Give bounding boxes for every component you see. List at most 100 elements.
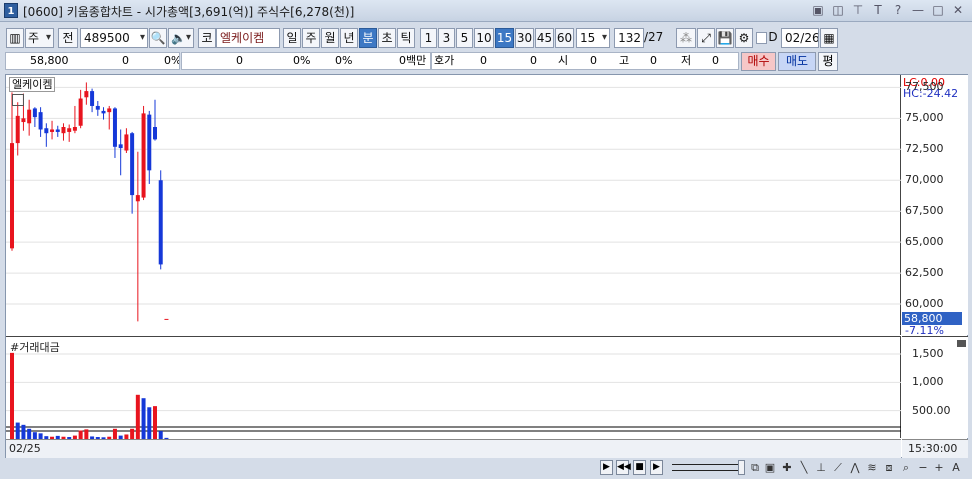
tool-trend-icon[interactable]: ⟋: [832, 460, 844, 475]
period-week[interactable]: 주: [302, 28, 320, 48]
candle-body: [118, 144, 123, 149]
date-input[interactable]: 02/26: [781, 28, 819, 48]
zoom-slider-handle[interactable]: [738, 460, 745, 475]
pin-icon[interactable]: ⊤: [850, 2, 866, 18]
hoga-value: 0: [480, 54, 487, 67]
period-year[interactable]: 년: [340, 28, 358, 48]
font-icon[interactable]: T: [870, 2, 886, 18]
volume-value: 0: [236, 54, 243, 67]
date-flag-label: D: [768, 30, 778, 44]
candle-body: [124, 134, 129, 151]
interval-45[interactable]: 45: [535, 28, 554, 48]
price-tick-label: 60,000: [905, 297, 944, 311]
time-axis: 15:30:00: [902, 439, 968, 458]
price-tick-label: 70,000: [905, 173, 944, 187]
tool-line-icon[interactable]: ╲: [798, 460, 810, 475]
grid-icon[interactable]: [12, 94, 24, 106]
volume-panel[interactable]: #거래대금: [6, 336, 901, 439]
period-second[interactable]: 초: [378, 28, 396, 48]
interval-1[interactable]: 1: [420, 28, 437, 48]
zoom-slider[interactable]: [672, 464, 738, 471]
volume-bar: [78, 430, 83, 439]
settings-gear-icon[interactable]: ⚙: [735, 28, 753, 48]
scope-button[interactable]: 전: [58, 28, 78, 48]
sound-icon[interactable]: 🔈: [168, 28, 194, 48]
window-controls: ▣ ◫ ⊤ T ? — □ ✕: [810, 2, 966, 18]
interval-10[interactable]: 10: [474, 28, 494, 48]
interval-60[interactable]: 60: [555, 28, 574, 48]
volume-title: #거래대금: [10, 341, 60, 354]
interval-5[interactable]: 5: [456, 28, 473, 48]
panel-collapse-icon[interactable]: [957, 340, 966, 347]
period-month[interactable]: 월: [321, 28, 339, 48]
price-panel[interactable]: 엘케이켐: [6, 75, 901, 335]
tool-zigzag-icon[interactable]: ⋀: [849, 460, 861, 475]
title-bar: 1 [0600] 키움종합차트 - 시가총액[3,691(억)] 주식수[6,2…: [0, 0, 972, 22]
price-tick-label: 72,500: [905, 142, 944, 156]
layout-icon[interactable]: ▣: [810, 2, 826, 18]
tool-screen-icon[interactable]: ▣: [764, 460, 776, 475]
x-axis: 02/25: [6, 439, 901, 458]
price-tick-label: 77,500: [905, 80, 944, 94]
app-icon: 1: [4, 3, 18, 18]
volume-bar: [112, 428, 117, 439]
price-cell: 58,800 0 0%: [5, 52, 180, 70]
stop-icon[interactable]: ■: [633, 460, 646, 475]
data-count-input[interactable]: 132: [614, 28, 644, 48]
maximize-icon[interactable]: □: [930, 2, 946, 18]
play-icon[interactable]: ▶: [650, 460, 663, 475]
interval-select[interactable]: 15: [576, 28, 610, 48]
rewind-icon[interactable]: ◀◀: [616, 460, 631, 475]
calendar-icon[interactable]: ▦: [820, 28, 838, 48]
chart-type-icon[interactable]: ▥: [6, 28, 24, 48]
stock-tag[interactable]: 엘케이켐: [9, 77, 56, 92]
draw-icon[interactable]: ⤢: [697, 28, 715, 48]
price-change: 0: [122, 54, 129, 67]
interval-15[interactable]: 15: [495, 28, 514, 48]
save-icon[interactable]: 💾: [716, 28, 734, 48]
chart-area[interactable]: 엘케이켐 LC:0.00 HC:-24.42 77,500 75,000 72,50…: [5, 74, 968, 458]
candle-body: [78, 98, 83, 126]
navigation-bar: ▶ ◀◀ ■ ▶ ⧉ ▣ ✚ ╲ ⊥ ⟋ ⋀ ≋ ⧈ ⌕ − + A: [0, 458, 972, 479]
zoom-out-icon[interactable]: −: [917, 460, 929, 475]
volume-cell: 0 0% 0% 0백만: [181, 52, 431, 70]
candle-body: [164, 318, 169, 320]
period-tick[interactable]: 틱: [397, 28, 415, 48]
zoom-in-icon[interactable]: +: [933, 460, 945, 475]
date-checkbox[interactable]: [756, 32, 767, 44]
tool-cross-icon[interactable]: ✚: [781, 460, 793, 475]
interval-30[interactable]: 30: [515, 28, 534, 48]
amount-unit: 0백만: [399, 54, 427, 67]
period-day[interactable]: 일: [283, 28, 301, 48]
close-icon[interactable]: ✕: [950, 2, 966, 18]
tool-copy-icon[interactable]: ⧉: [749, 460, 761, 475]
stock-name-field[interactable]: 엘케이켐: [216, 28, 280, 48]
tool-box-icon[interactable]: ⧈: [883, 460, 895, 475]
minimize-icon[interactable]: —: [910, 2, 926, 18]
volume-bar: [32, 432, 37, 439]
volume-bar: [135, 394, 140, 439]
stock-code-input[interactable]: 489500: [80, 28, 148, 48]
candle-body: [107, 108, 112, 113]
candle-body: [67, 128, 72, 132]
link-icon[interactable]: ◫: [830, 2, 846, 18]
volume-bar: [84, 429, 89, 439]
sell-button[interactable]: 매도: [778, 52, 816, 71]
buy-button[interactable]: 매수: [741, 52, 776, 71]
scroll-right-icon[interactable]: ▶: [600, 460, 613, 475]
eval-button[interactable]: 평: [818, 52, 838, 71]
candle-body: [101, 110, 106, 114]
magnifier-icon[interactable]: ⌕: [900, 460, 912, 475]
tool-fib-icon[interactable]: ≋: [866, 460, 878, 475]
period-type-select[interactable]: 주: [25, 28, 54, 48]
candle-body: [153, 127, 157, 140]
data-count-total: /27: [644, 30, 664, 44]
search-icon[interactable]: 🔍: [149, 28, 167, 48]
period-minute[interactable]: 분: [359, 28, 377, 48]
font-size-icon[interactable]: A: [950, 460, 962, 475]
tool-axis-icon[interactable]: ⊥: [815, 460, 827, 475]
help-icon[interactable]: ?: [890, 2, 906, 18]
indicator-icon[interactable]: ⁂: [676, 28, 696, 48]
interval-3[interactable]: 3: [438, 28, 455, 48]
volume-bar: [15, 422, 20, 439]
